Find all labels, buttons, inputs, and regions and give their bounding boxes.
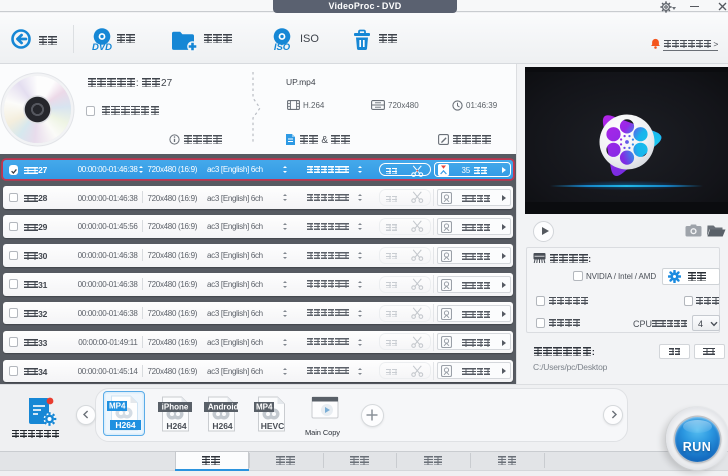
svg-text:HEVC: HEVC	[261, 421, 285, 431]
svg-text:H264: H264	[115, 420, 136, 430]
svg-text:iPhone: iPhone	[162, 403, 189, 412]
svg-text:H264: H264	[212, 421, 233, 431]
svg-text:ISO: ISO	[274, 42, 291, 51]
svg-text:H264: H264	[166, 421, 187, 431]
svg-text:Android: Android	[208, 403, 238, 412]
svg-text:DVD: DVD	[92, 42, 112, 51]
svg-text:MP4: MP4	[256, 403, 273, 412]
svg-text:MP4: MP4	[109, 402, 126, 411]
